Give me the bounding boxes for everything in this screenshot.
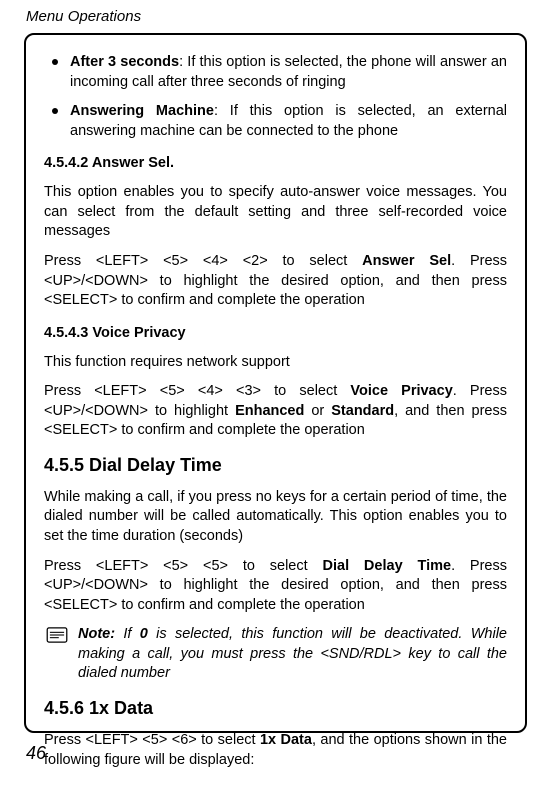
page-header: Menu Operations [26, 8, 527, 25]
paragraph: Press <LEFT> <5> <4> <3> to select Voice… [44, 382, 507, 441]
bullet-icon [52, 108, 58, 114]
content-box: After 3 seconds: If this option is selec… [24, 33, 527, 733]
text: Press <LEFT> <5> <6> to select [44, 732, 260, 748]
text-bold: Answer Sel [362, 253, 451, 269]
note-label: Note: [78, 626, 115, 642]
text-bold: 0 [140, 626, 148, 642]
subsection-heading: 4.5.6 1x Data [44, 698, 507, 719]
section-heading: 4.5.4.3 Voice Privacy [44, 325, 507, 341]
bullet-text: After 3 seconds: If this option is selec… [70, 53, 507, 92]
note-icon [46, 627, 68, 684]
text: Press <LEFT> <5> <4> <3> to select [44, 383, 350, 399]
section-heading: 4.5.4.2 Answer Sel. [44, 155, 507, 171]
page: Menu Operations After 3 seconds: If this… [0, 0, 545, 790]
text-bold: Enhanced [235, 403, 304, 419]
paragraph: This option enables you to specify auto-… [44, 183, 507, 242]
paragraph: Press <LEFT> <5> <4> <2> to select Answe… [44, 252, 507, 311]
bullet-bold: After 3 seconds [70, 54, 179, 70]
text: or [304, 403, 331, 419]
list-item: After 3 seconds: If this option is selec… [44, 53, 507, 92]
paragraph: Press <LEFT> <5> <5> to select Dial Dela… [44, 557, 507, 616]
note-text: Note: If 0 is selected, this function wi… [78, 625, 507, 684]
paragraph: While making a call, if you press no key… [44, 488, 507, 547]
text-bold: Voice Privacy [350, 383, 452, 399]
paragraph: This function requires network support [44, 353, 507, 373]
note: Note: If 0 is selected, this function wi… [44, 625, 507, 684]
bullet-bold: Answering Machine [70, 103, 214, 119]
bullet-icon [52, 59, 58, 65]
text-bold: Dial Delay Time [323, 558, 452, 574]
subsection-heading: 4.5.5 Dial Delay Time [44, 455, 507, 476]
text: Press <LEFT> <5> <5> to select [44, 558, 323, 574]
text-bold: 1x Data [260, 732, 312, 748]
text: If [115, 626, 140, 642]
list-item: Answering Machine: If this option is sel… [44, 102, 507, 141]
text-bold: Standard [331, 403, 394, 419]
bullet-text: Answering Machine: If this option is sel… [70, 102, 507, 141]
text: Press <LEFT> <5> <4> <2> to select [44, 253, 362, 269]
